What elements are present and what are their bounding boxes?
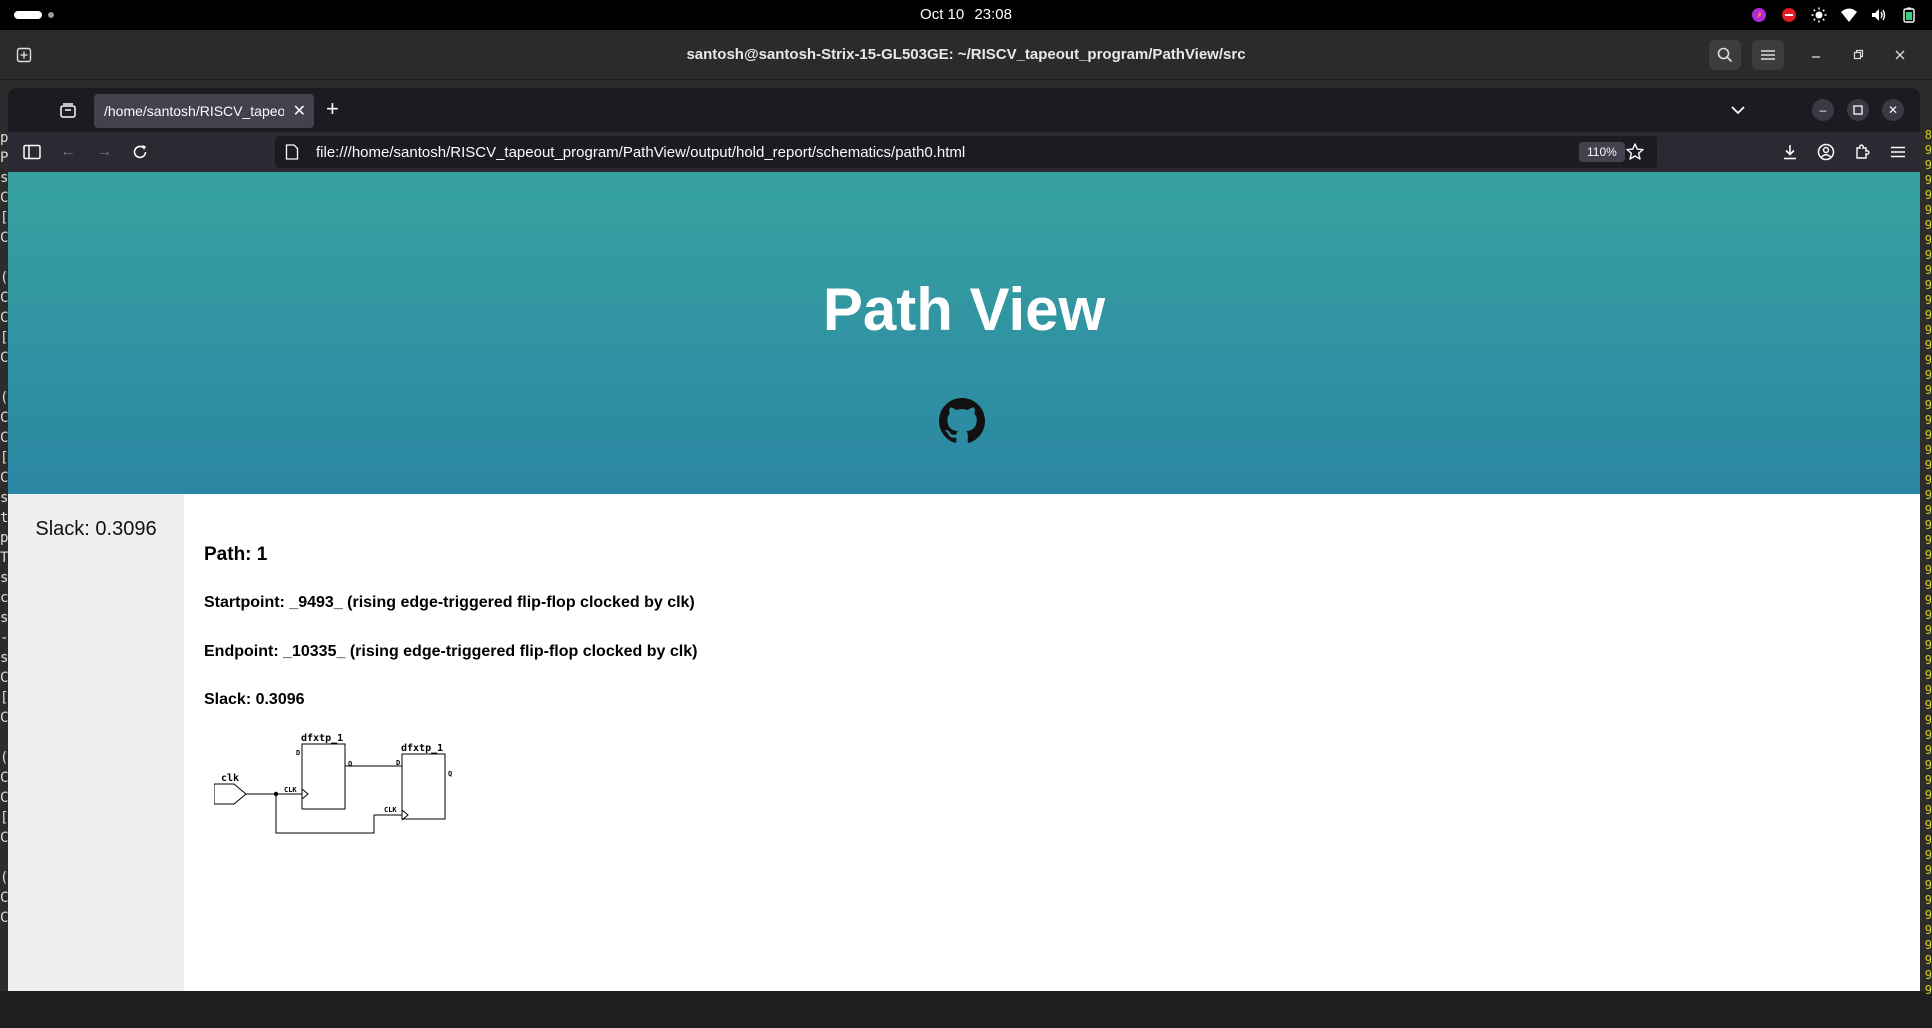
tab-path0[interactable]: /home/santosh/RISCV_tapeout_program/Path… xyxy=(94,94,314,128)
cell2-pin-clk: CLK xyxy=(384,806,397,814)
url-text: file:///home/santosh/RISCV_tapeout_progr… xyxy=(316,144,966,161)
terminal-output-right-edge: 8 9 9 9 9 9 9 9 9 9 9 9 9 9 9 9 9 9 9 9 … xyxy=(1924,128,1932,997)
path-list-sidebar: Slack: 0.3096 xyxy=(8,494,184,991)
path-title: Path: 1 xyxy=(204,544,268,565)
endpoint-text: Endpoint: _10335_ (rising edge-triggered… xyxy=(204,643,698,660)
cell2-name: dfxtp_1 xyxy=(401,743,443,754)
clock-time: 23:08 xyxy=(974,6,1012,23)
page-title: Path View xyxy=(822,276,1106,343)
dfxtp-cell-2 xyxy=(401,753,446,820)
restore-icon[interactable] xyxy=(1842,40,1874,70)
reload-icon[interactable] xyxy=(130,142,150,162)
browser-close-icon[interactable]: ✕ xyxy=(1882,99,1904,121)
app-menu-icon[interactable] xyxy=(1888,142,1908,162)
system-tray[interactable] xyxy=(1750,6,1918,24)
startpoint-text: Startpoint: _9493_ (rising edge-triggere… xyxy=(204,594,695,611)
dfxtp-cell-1 xyxy=(301,743,346,810)
navigation-toolbar: ← → file:///home/santosh/RISCV_tapeout_p… xyxy=(8,132,1920,172)
firefox-view-icon[interactable] xyxy=(58,101,78,121)
zoom-level-badge[interactable]: 110% xyxy=(1579,142,1625,162)
search-icon[interactable] xyxy=(1709,40,1741,70)
tab-bar: /home/santosh/RISCV_tapeout_program/Path… xyxy=(8,88,1920,132)
volume-icon[interactable] xyxy=(1870,6,1888,24)
cell2-pin-d: D xyxy=(396,759,400,767)
extensions-icon[interactable] xyxy=(1852,142,1872,162)
forward-arrow-icon[interactable]: → xyxy=(94,142,114,162)
downloads-icon[interactable] xyxy=(1780,142,1800,162)
brightness-icon[interactable] xyxy=(1810,6,1828,24)
clk-input-label: clk xyxy=(221,773,239,784)
minimize-icon[interactable] xyxy=(1800,40,1832,70)
browser-window: /home/santosh/RISCV_tapeout_program/Path… xyxy=(8,88,1920,991)
clock-date: Oct 10 xyxy=(920,6,965,23)
sidebar-toggle-icon[interactable] xyxy=(22,142,42,162)
hero-header: Path View xyxy=(8,172,1920,494)
url-bar[interactable]: file:///home/santosh/RISCV_tapeout_progr… xyxy=(275,136,1657,168)
path-schematic: clk dfxtp_1 D Q CLK dfxtp_1 D Q CLK xyxy=(214,733,452,834)
page-icon xyxy=(285,144,301,160)
cell1-pin-q: Q xyxy=(348,760,352,768)
new-tab-button[interactable]: + xyxy=(326,98,339,120)
system-top-bar: Oct 10 23:08 xyxy=(0,0,1932,30)
page-viewport: Path View Slack: 0.3096 Path: 1 Startpoi… xyxy=(8,172,1920,991)
github-icon[interactable] xyxy=(939,398,985,444)
cell1-name: dfxtp_1 xyxy=(301,733,343,744)
terminal-title: santosh@santosh-Strix-15-GL503GE: ~/RISC… xyxy=(686,46,1246,63)
tab-list-chevron-icon[interactable] xyxy=(1728,100,1748,120)
account-icon[interactable] xyxy=(1816,142,1836,162)
browser-maximize-icon[interactable] xyxy=(1847,99,1869,121)
cell1-pin-clk: CLK xyxy=(284,786,297,794)
cell1-pin-d: D xyxy=(296,749,300,757)
hamburger-menu-icon[interactable] xyxy=(1752,40,1784,70)
app-indicator-icon[interactable] xyxy=(1750,6,1768,24)
sidebar-item-slack[interactable]: Slack: 0.3096 xyxy=(8,518,184,541)
close-icon[interactable] xyxy=(1884,40,1916,70)
battery-icon[interactable] xyxy=(1900,6,1918,24)
wifi-icon[interactable] xyxy=(1840,6,1858,24)
tab-title: /home/santosh/RISCV_tapeout_program/Path… xyxy=(104,103,284,119)
bookmark-star-icon[interactable] xyxy=(1625,142,1645,162)
browser-minimize-icon[interactable]: – xyxy=(1812,99,1834,121)
terminal-header-bar: santosh@santosh-Strix-15-GL503GE: ~/RISC… xyxy=(0,30,1932,80)
path-details: Path: 1 Startpoint: _9493_ (rising edge-… xyxy=(204,494,1904,991)
clock[interactable]: Oct 10 23:08 xyxy=(0,6,1932,23)
back-arrow-icon[interactable]: ← xyxy=(58,142,78,162)
clk-input-port xyxy=(214,783,247,805)
cell2-pin-q: Q xyxy=(448,770,452,778)
tab-close-icon[interactable]: ✕ xyxy=(293,101,306,121)
slack-text: Slack: 0.3096 xyxy=(204,691,305,708)
do-not-disturb-icon[interactable] xyxy=(1780,6,1798,24)
